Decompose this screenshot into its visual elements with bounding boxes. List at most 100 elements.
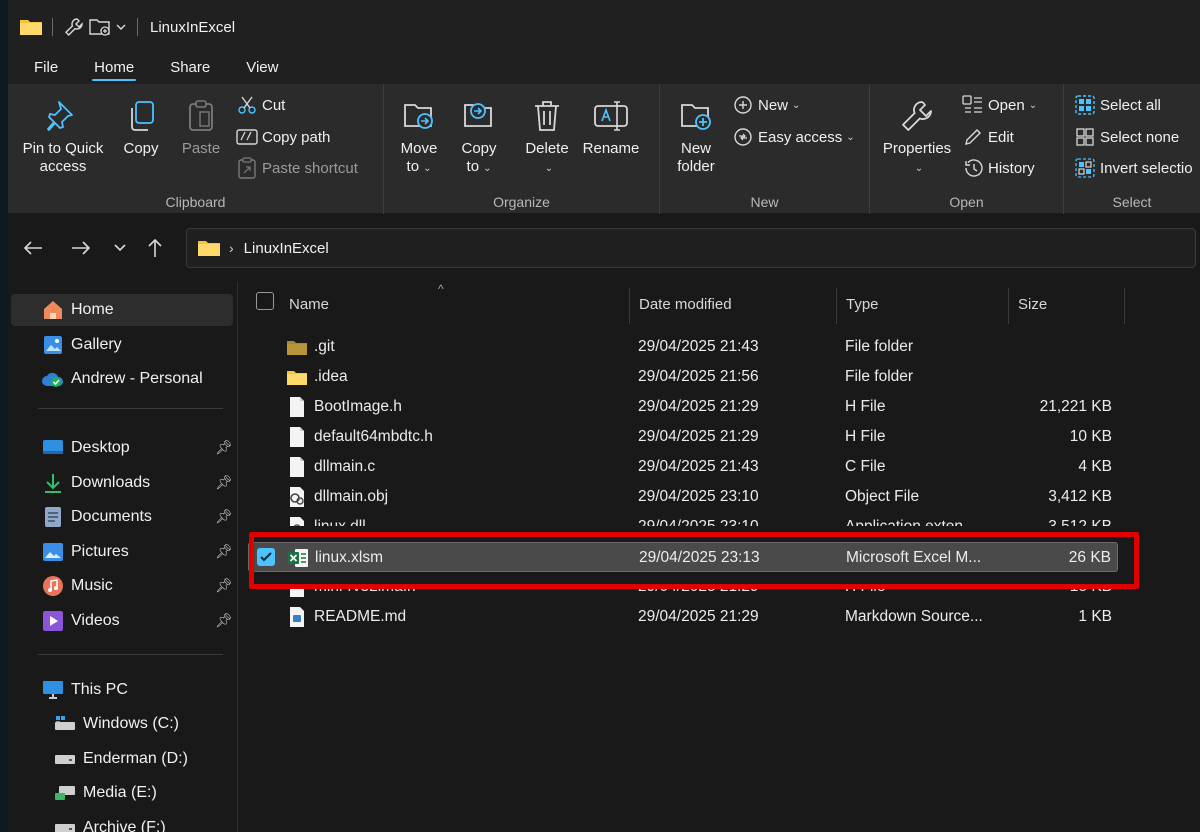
file-row[interactable]: dllmain.c 29/04/2025 21:43 C File 4 KB: [248, 452, 1118, 482]
excel-file-icon: [287, 547, 309, 569]
new-folder-button[interactable]: New folder: [672, 96, 720, 176]
invert-selection-button[interactable]: Invert selectio: [1074, 157, 1193, 179]
recent-locations-button[interactable]: [108, 231, 132, 265]
documents-icon: [41, 505, 65, 529]
file-row[interactable]: .idea 29/04/2025 21:56 File folder: [248, 362, 1118, 392]
rename-button[interactable]: Rename: [580, 96, 642, 158]
copy-path-label: Copy path: [262, 128, 331, 146]
tab-share[interactable]: Share: [158, 54, 222, 84]
copy-to-button[interactable]: Copy to ⌄: [456, 96, 502, 178]
select-none-button[interactable]: Select none: [1074, 126, 1179, 148]
file-row[interactable]: default64mbdtc.h 29/04/2025 21:29 H File 10…: [248, 422, 1118, 452]
doc-file-icon: [286, 426, 308, 448]
doc-file-icon: [286, 456, 308, 478]
edit-button[interactable]: Edit: [962, 126, 1014, 148]
gallery-icon: [41, 333, 65, 357]
nav-drive-d[interactable]: Enderman (D:): [11, 743, 233, 775]
breadcrumb-chevron[interactable]: ›: [229, 240, 234, 256]
file-row[interactable]: dllmain.obj 29/04/2025 23:10 Object File 3,…: [248, 482, 1118, 512]
row-checkbox[interactable]: [257, 548, 275, 566]
forward-button[interactable]: [64, 231, 98, 265]
back-button[interactable]: [16, 231, 50, 265]
title-bar: LinuxInExcel: [8, 0, 1200, 54]
nav-home[interactable]: Home: [11, 294, 233, 326]
new-folder-quick-icon[interactable]: [87, 14, 113, 40]
move-to-icon: [399, 96, 439, 136]
copy-to-label-2: to ⌄: [466, 158, 492, 175]
pin-icon[interactable]: 📌︎: [215, 474, 233, 491]
copy-path-button[interactable]: Copy path: [236, 126, 330, 148]
file-row[interactable]: linux.dll 29/04/2025 23:10 Application ext…: [248, 512, 1118, 526]
copy-button[interactable]: Copy: [116, 96, 166, 158]
nav-gallery[interactable]: Gallery: [11, 329, 233, 361]
easy-access-button[interactable]: Easy access ⌄: [732, 126, 855, 148]
nav-documents[interactable]: Documents 📌︎: [11, 501, 233, 533]
properties-button[interactable]: Properties ⌄: [878, 96, 956, 178]
breadcrumb-linuxinexcel[interactable]: LinuxInExcel: [244, 240, 329, 257]
column-divider[interactable]: [1008, 288, 1009, 324]
new-group: New folder New ⌄ Easy access ⌄ New: [660, 84, 870, 214]
column-divider[interactable]: [629, 288, 630, 324]
column-divider[interactable]: [836, 288, 837, 324]
paste-button[interactable]: Paste: [176, 96, 226, 158]
md-file-icon: [286, 606, 308, 628]
pin-icon[interactable]: 📌︎: [215, 508, 233, 525]
delete-button[interactable]: Delete ⌄: [522, 96, 572, 178]
file-row[interactable]: README.md 29/04/2025 21:29 Markdown Source…: [248, 602, 1118, 632]
title-separator-2: [137, 18, 138, 36]
nav-downloads-label: Downloads: [71, 474, 151, 491]
new-group-label: New: [750, 194, 779, 210]
column-header-date[interactable]: Date modified: [639, 296, 732, 313]
pin-icon[interactable]: 📌︎: [215, 543, 233, 560]
open-button[interactable]: Open ⌄: [962, 94, 1037, 116]
column-header-type[interactable]: Type: [846, 296, 879, 313]
file-name: .idea: [314, 368, 348, 385]
nav-this-pc[interactable]: This PC: [11, 674, 233, 706]
pin-to-quick-access-button[interactable]: Pin to Quick access: [16, 96, 110, 176]
select-all-button[interactable]: Select all: [1074, 94, 1161, 116]
tab-home[interactable]: Home: [82, 54, 146, 84]
file-row[interactable]: mini-rv32ima.h 29/04/2025 21:29 H File 18 K…: [248, 588, 1118, 602]
nav-pictures[interactable]: Pictures 📌︎: [11, 536, 233, 568]
column-header-size[interactable]: Size: [1018, 296, 1047, 313]
nav-music[interactable]: Music 📌︎: [11, 570, 233, 602]
pin-icon[interactable]: 📌︎: [215, 439, 233, 456]
up-button[interactable]: [138, 231, 172, 265]
address-bar[interactable]: › LinuxInExcel: [186, 228, 1196, 268]
nav-desktop[interactable]: Desktop 📌︎: [11, 432, 233, 464]
tab-view[interactable]: View: [234, 54, 290, 84]
file-row[interactable]: BootImage.h 29/04/2025 21:29 H File 21,221 …: [248, 392, 1118, 422]
cut-button[interactable]: Cut: [236, 94, 285, 116]
open-group-label: Open: [949, 194, 984, 210]
nav-drive-e[interactable]: Media (E:): [11, 777, 233, 809]
computer-icon: [41, 678, 65, 702]
column-header-name[interactable]: Name: [289, 296, 329, 313]
copy-path-icon: [236, 126, 258, 148]
new-item-button[interactable]: New ⌄: [732, 94, 800, 116]
select-all-checkbox[interactable]: [256, 292, 274, 310]
column-divider[interactable]: [1124, 288, 1125, 324]
pin-icon[interactable]: 📌︎: [215, 612, 233, 629]
doc-file-icon: [286, 396, 308, 418]
folder-icon: [198, 241, 220, 256]
tab-file[interactable]: File: [22, 54, 70, 84]
nav-downloads[interactable]: Downloads 📌︎: [11, 467, 233, 499]
file-name: .git: [314, 338, 335, 355]
nav-videos[interactable]: Videos 📌︎: [11, 605, 233, 637]
file-row[interactable]: linux.xlsm 29/04/2025 23:13 Microsoft Exce…: [248, 542, 1118, 572]
delete-label: Delete: [525, 140, 569, 157]
file-row[interactable]: .git 29/04/2025 21:43 File folder: [248, 332, 1118, 362]
nav-drive-c[interactable]: Windows (C:): [11, 708, 233, 740]
chevron-down-icon[interactable]: [113, 14, 129, 40]
pin-icon[interactable]: 📌︎: [215, 577, 233, 594]
move-to-button[interactable]: Move to ⌄: [396, 96, 442, 178]
sort-ascending-icon: ^: [438, 282, 444, 296]
history-button[interactable]: History: [962, 157, 1035, 179]
nav-home-label: Home: [71, 301, 114, 318]
nav-onedrive-personal[interactable]: Andrew - Personal: [11, 363, 233, 395]
paste-shortcut-button[interactable]: Paste shortcut: [236, 157, 358, 179]
file-name: linux.xlsm: [315, 549, 384, 566]
nav-drive-f[interactable]: Archive (F:): [11, 812, 233, 832]
properties-quick-icon[interactable]: [61, 14, 87, 40]
rename-icon: [591, 96, 631, 136]
